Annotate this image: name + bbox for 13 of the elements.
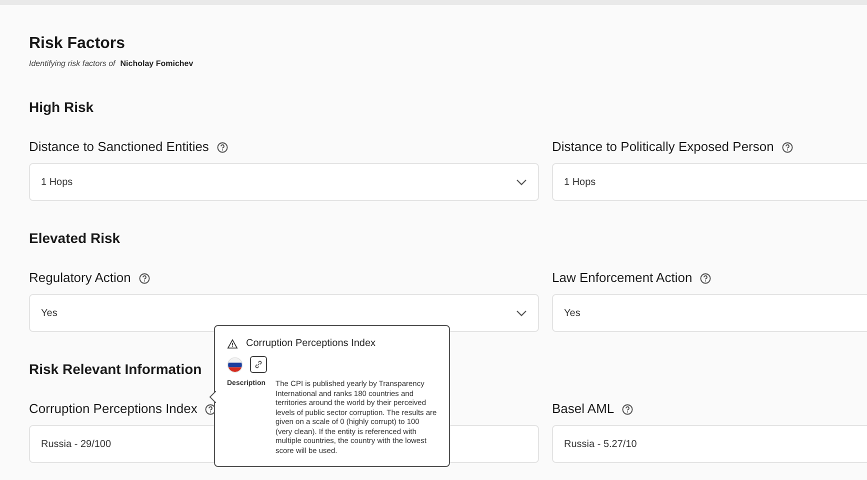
tooltip-title: Corruption Perceptions Index [246, 337, 376, 351]
subtitle-text: Identifying risk factors of [29, 58, 116, 70]
field-label: Distance to Sanctioned Entities [29, 138, 209, 156]
field-label: Law Enforcement Action [552, 269, 692, 288]
page-title: Risk Factors [29, 34, 126, 54]
section-heading: Elevated Risk [29, 229, 120, 248]
field-label: Basel AML [552, 400, 614, 418]
field-label: Distance to Politically Exposed Person [552, 138, 774, 156]
section-heading: High Risk [29, 98, 94, 117]
entity-name: Nicholay Fomichev [120, 58, 194, 70]
field-label: Corruption Perceptions Index [29, 400, 198, 418]
field-label: Regulatory Action [29, 269, 131, 288]
section-heading: Risk Relevant Information [29, 360, 202, 379]
